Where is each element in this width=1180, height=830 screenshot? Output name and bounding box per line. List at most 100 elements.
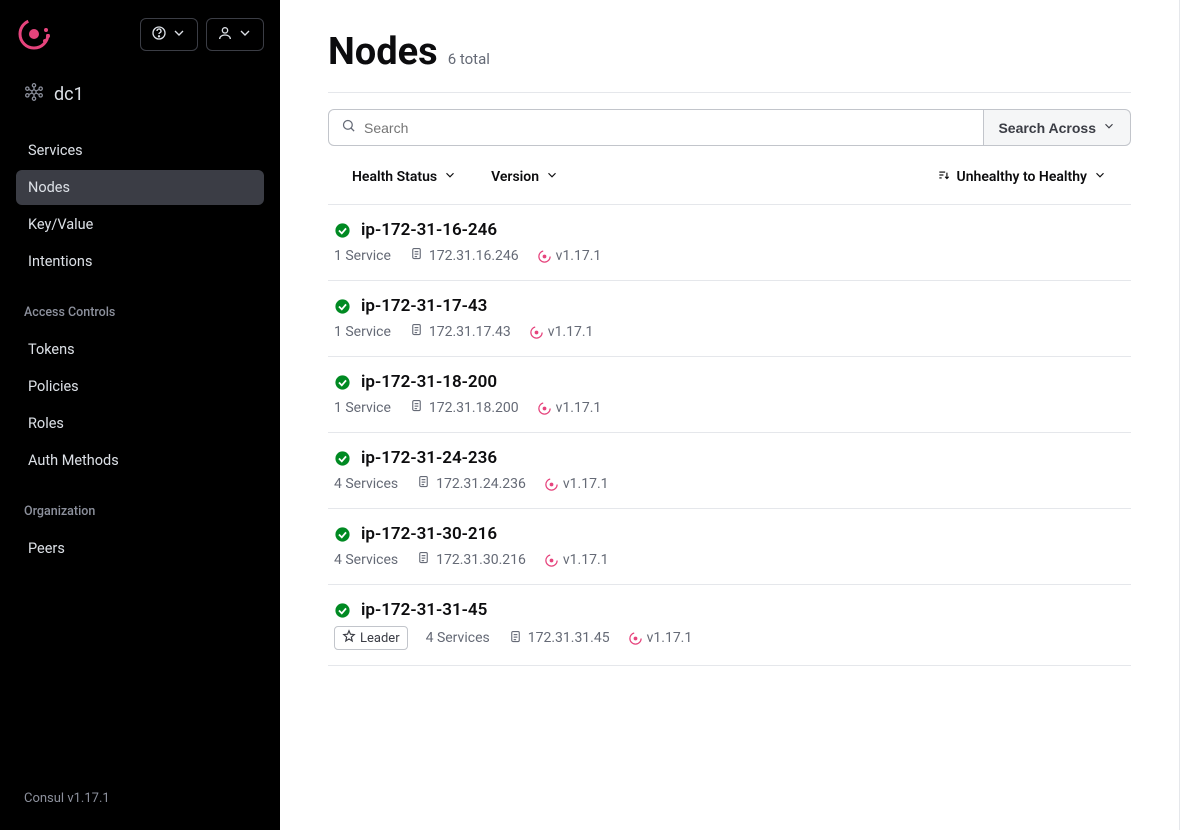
node-meta: 4 Services 172.31.24.236 v1.17.1 <box>334 474 1119 493</box>
clipboard-icon <box>409 398 424 417</box>
node-address: 172.31.24.236 <box>416 474 526 493</box>
sort-selector[interactable]: Unhealthy to Healthy <box>937 168 1107 186</box>
divider <box>328 92 1131 93</box>
node-services-count: 4 Services <box>426 630 490 646</box>
health-passing-icon <box>334 374 351 391</box>
node-meta: Leader 4 Services 172.31.31.45 v1.17.1 <box>334 626 1119 650</box>
node-name: ip-172-31-24-236 <box>361 448 497 468</box>
health-passing-icon <box>334 222 351 239</box>
node-row[interactable]: ip-172-31-31-45Leader4 Services172.31.31… <box>328 585 1131 666</box>
page-subtitle: 6 total <box>448 50 490 68</box>
chevron-down-icon <box>1093 168 1107 186</box>
clipboard-icon <box>508 629 523 648</box>
sidebar-header <box>16 16 264 52</box>
page-header: Nodes 6 total <box>328 30 1131 74</box>
sidebar: dc1 ServicesNodesKey/ValueIntentions Acc… <box>0 0 280 830</box>
node-address: 172.31.30.216 <box>416 550 526 569</box>
datacenter-selector[interactable]: dc1 <box>16 82 264 107</box>
node-version: v1.17.1 <box>529 324 594 340</box>
chevron-down-icon <box>237 25 253 44</box>
consul-icon <box>537 249 551 263</box>
search-across-button[interactable]: Search Across <box>984 109 1131 146</box>
sidebar-item-services[interactable]: Services <box>16 133 264 168</box>
filter-row: Health Status Version Unhealthy to Healt… <box>328 150 1131 204</box>
search-box[interactable] <box>328 109 984 146</box>
node-name: ip-172-31-30-216 <box>361 524 497 544</box>
node-name: ip-172-31-18-200 <box>361 372 497 392</box>
nav-org-label: Organization <box>16 496 264 531</box>
cluster-icon <box>24 82 44 107</box>
node-row[interactable]: ip-172-31-24-236 4 Services 172.31.24.236 v… <box>328 433 1131 509</box>
sidebar-item-auth-methods[interactable]: Auth Methods <box>16 443 264 478</box>
chevron-down-icon <box>443 168 457 186</box>
sidebar-item-key-value[interactable]: Key/Value <box>16 207 264 242</box>
filter-health-status[interactable]: Health Status <box>352 168 457 186</box>
clipboard-icon <box>416 474 431 493</box>
sidebar-item-intentions[interactable]: Intentions <box>16 244 264 279</box>
chevron-down-icon <box>545 168 559 186</box>
user-icon <box>217 25 233 44</box>
health-passing-icon <box>334 298 351 315</box>
node-row[interactable]: ip-172-31-16-246 1 Service 172.31.16.246 v1… <box>328 205 1131 281</box>
node-version: v1.17.1 <box>537 248 602 264</box>
header-buttons <box>140 18 264 51</box>
search-icon <box>341 118 356 137</box>
node-services-count: 1 Service <box>334 324 391 340</box>
node-meta: 1 Service 172.31.17.43 v1.17.1 <box>334 322 1119 341</box>
node-meta: 1 Service 172.31.18.200 v1.17.1 <box>334 398 1119 417</box>
leader-badge: Leader <box>334 626 408 650</box>
sidebar-footer-version: Consul v1.17.1 <box>16 783 264 814</box>
sidebar-item-peers[interactable]: Peers <box>16 531 264 566</box>
nav-access-label: Access Controls <box>16 297 264 332</box>
chevron-down-icon <box>171 25 187 44</box>
node-version: v1.17.1 <box>544 476 609 492</box>
search-across-label: Search Across <box>998 120 1096 136</box>
chevron-down-icon <box>1102 119 1116 136</box>
node-address: 172.31.17.43 <box>409 322 511 341</box>
help-menu[interactable] <box>140 18 198 51</box>
node-list: ip-172-31-16-246 1 Service 172.31.16.246 v1… <box>328 204 1131 666</box>
node-services-count: 4 Services <box>334 552 398 568</box>
node-address: 172.31.31.45 <box>508 629 610 648</box>
node-name: ip-172-31-16-246 <box>361 220 497 240</box>
node-meta: 4 Services 172.31.30.216 v1.17.1 <box>334 550 1119 569</box>
node-version: v1.17.1 <box>537 400 602 416</box>
node-meta: 1 Service 172.31.16.246 v1.17.1 <box>334 246 1119 265</box>
node-row[interactable]: ip-172-31-17-43 1 Service 172.31.17.43 v1.1… <box>328 281 1131 357</box>
node-services-count: 1 Service <box>334 400 391 416</box>
node-services-count: 4 Services <box>334 476 398 492</box>
sidebar-item-nodes[interactable]: Nodes <box>16 170 264 205</box>
nav-org: Organization Peers <box>16 496 264 568</box>
main-content: Nodes 6 total Search Across Health Statu… <box>280 0 1180 830</box>
health-passing-icon <box>334 526 351 543</box>
consul-icon <box>544 477 558 491</box>
consul-icon <box>537 401 551 415</box>
clipboard-icon <box>416 550 431 569</box>
star-icon <box>342 629 356 647</box>
nav-access: Access Controls TokensPoliciesRolesAuth … <box>16 297 264 480</box>
health-passing-icon <box>334 450 351 467</box>
node-address: 172.31.16.246 <box>409 246 519 265</box>
node-services-count: 1 Service <box>334 248 391 264</box>
datacenter-name: dc1 <box>54 84 84 105</box>
user-menu[interactable] <box>206 18 264 51</box>
node-name: ip-172-31-17-43 <box>361 296 487 316</box>
search-input[interactable] <box>364 120 971 136</box>
sidebar-item-tokens[interactable]: Tokens <box>16 332 264 367</box>
search-row: Search Across <box>328 109 1131 146</box>
node-address: 172.31.18.200 <box>409 398 519 417</box>
sort-icon <box>937 168 951 186</box>
consul-icon <box>544 553 558 567</box>
consul-icon <box>529 325 543 339</box>
nav-main: ServicesNodesKey/ValueIntentions <box>16 133 264 281</box>
sidebar-item-policies[interactable]: Policies <box>16 369 264 404</box>
node-row[interactable]: ip-172-31-30-216 4 Services 172.31.30.216 v… <box>328 509 1131 585</box>
node-row[interactable]: ip-172-31-18-200 1 Service 172.31.18.200 v1… <box>328 357 1131 433</box>
health-passing-icon <box>334 602 351 619</box>
node-version: v1.17.1 <box>544 552 609 568</box>
page-title: Nodes <box>328 30 438 74</box>
node-version: v1.17.1 <box>628 630 693 646</box>
consul-logo <box>16 16 52 52</box>
filter-version[interactable]: Version <box>491 168 559 186</box>
sidebar-item-roles[interactable]: Roles <box>16 406 264 441</box>
